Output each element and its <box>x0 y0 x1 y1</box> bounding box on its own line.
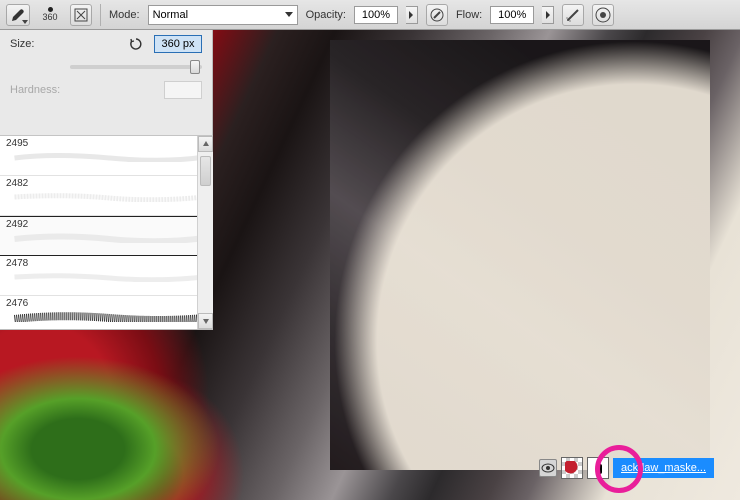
scroll-up-button[interactable] <box>198 136 213 152</box>
scroll-down-button[interactable] <box>198 313 213 329</box>
mode-label: Mode: <box>109 9 140 21</box>
hardness-label: Hardness: <box>10 84 60 96</box>
flow-flyout[interactable] <box>542 6 554 24</box>
layer-thumbnail[interactable] <box>561 457 583 479</box>
chevron-down-icon <box>22 20 28 24</box>
brush-preset-item[interactable]: 2495 <box>0 136 213 176</box>
pressure-size-toggle[interactable] <box>592 4 614 26</box>
size-slider[interactable] <box>70 65 202 69</box>
brush-preset-item[interactable]: 2476 <box>0 296 213 329</box>
brush-preset-item[interactable]: 2482 <box>0 176 213 216</box>
annotation-circle <box>595 445 643 493</box>
flow-label: Flow: <box>456 9 482 21</box>
divider <box>100 4 101 26</box>
brush-preset-item-selected[interactable]: 2492 <box>0 216 213 256</box>
flow-input[interactable] <box>490 6 534 24</box>
options-bar: 360 Mode: Normal Opacity: Flow: <box>0 0 740 30</box>
brush-preset-item[interactable]: 2478 <box>0 256 213 296</box>
hardness-input <box>164 81 202 99</box>
pressure-opacity-toggle[interactable] <box>426 4 448 26</box>
brush-settings-toggle[interactable] <box>70 4 92 26</box>
slider-thumb[interactable] <box>190 60 200 74</box>
brush-size-input[interactable] <box>154 35 202 53</box>
scroll-thumb[interactable] <box>200 156 211 186</box>
opacity-input[interactable] <box>354 6 398 24</box>
brush-list-scrollbar[interactable] <box>197 136 213 329</box>
blend-mode-select[interactable]: Normal <box>148 5 298 25</box>
brush-tool-button[interactable] <box>6 4 30 26</box>
brush-size-indicator: 360 <box>42 13 57 22</box>
opacity-label: Opacity: <box>306 9 346 21</box>
brush-preview-button[interactable]: 360 <box>38 7 62 22</box>
size-label: Size: <box>10 38 60 50</box>
opacity-flyout[interactable] <box>406 6 418 24</box>
scroll-track[interactable] <box>198 152 213 313</box>
visibility-toggle[interactable] <box>539 459 557 477</box>
brush-preset-list: 2495 2482 2492 2478 2476 <box>0 135 213 329</box>
brush-preset-panel: Size: Hardness: 2495 2482 2492 2478 <box>0 30 213 330</box>
reset-size-icon[interactable] <box>128 36 144 52</box>
airbrush-toggle[interactable] <box>562 4 584 26</box>
